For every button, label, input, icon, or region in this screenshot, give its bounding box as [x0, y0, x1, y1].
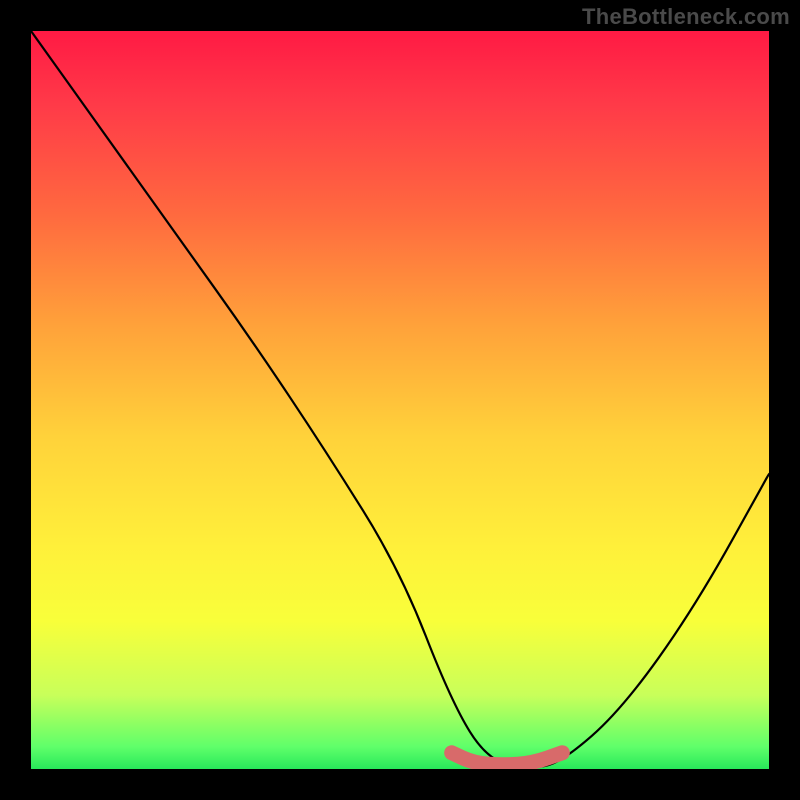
curve-layer: [31, 31, 769, 769]
watermark-text: TheBottleneck.com: [582, 4, 790, 30]
bottleneck-curve: [31, 31, 769, 767]
chart-frame: TheBottleneck.com: [0, 0, 800, 800]
optimal-range-highlight: [452, 753, 563, 765]
plot-area: [31, 31, 769, 769]
